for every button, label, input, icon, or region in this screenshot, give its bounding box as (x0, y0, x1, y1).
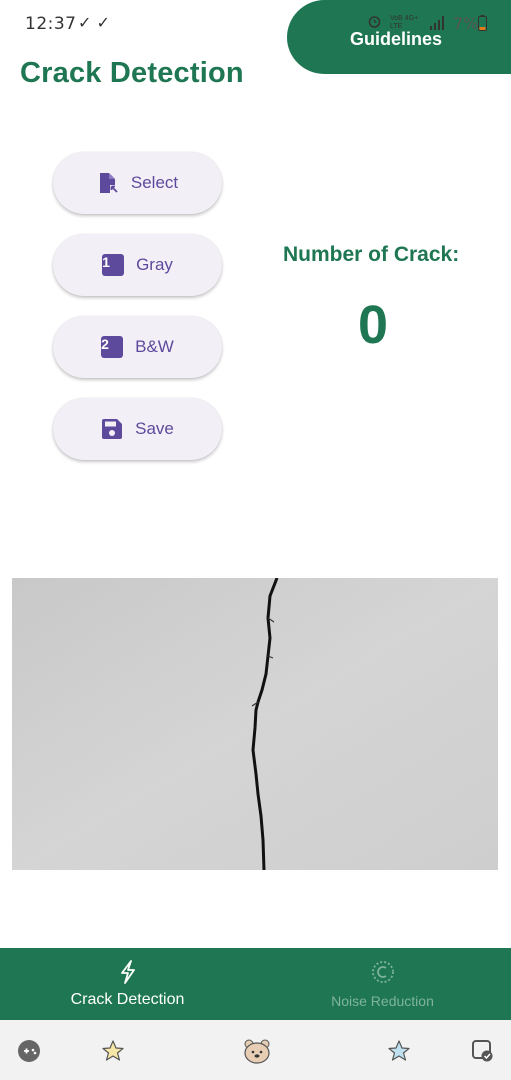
nav-noise-reduction-label: Noise Reduction (331, 993, 434, 1009)
signal-icon (430, 16, 444, 30)
alarm-icon (368, 16, 381, 28)
crack-count-label: Number of Crack: (283, 243, 460, 266)
save-label: Save (135, 419, 174, 438)
crack-photo (12, 578, 498, 870)
battery-percent: 7% (453, 14, 479, 33)
step-two-icon: 2 (101, 336, 124, 358)
status-icons: VoB 4G+ LTE 7% (366, 12, 496, 33)
save-icon (102, 419, 123, 439)
system-strip (0, 1020, 511, 1080)
network-type: VoB 4G+ LTE (390, 15, 419, 30)
page-title: Crack Detection (20, 57, 244, 89)
step-one-icon: 1 (102, 254, 125, 276)
bw-label: B&W (135, 337, 174, 356)
gray-button[interactable]: 1 Gray (53, 234, 222, 296)
star-outline-icon[interactable] (386, 1038, 412, 1064)
nav-crack-detection-label: Crack Detection (70, 991, 185, 1008)
noise-icon (371, 961, 394, 983)
save-button[interactable]: Save (53, 398, 222, 460)
gray-label: Gray (136, 255, 173, 274)
crack-count-value: 0 (357, 295, 389, 355)
game-icon[interactable] (16, 1038, 42, 1064)
star-icon[interactable] (100, 1038, 126, 1064)
select-button[interactable]: Select (53, 152, 222, 214)
status-time: 12:37 (25, 14, 77, 34)
notification-checks: ✓ ✓ (78, 13, 110, 32)
bw-button[interactable]: 2 B&W (53, 316, 222, 378)
bear-icon[interactable] (243, 1038, 271, 1064)
nav-noise-reduction[interactable]: Noise Reduction (255, 948, 510, 1020)
bottom-navigation: Crack Detection Noise Reduction (0, 948, 511, 1020)
select-label: Select (130, 173, 179, 192)
sticker-icon[interactable] (470, 1038, 496, 1064)
nav-crack-detection[interactable]: Crack Detection (0, 948, 255, 1020)
lightning-icon (120, 960, 135, 984)
file-select-icon (99, 173, 119, 194)
battery-icon (478, 15, 487, 31)
